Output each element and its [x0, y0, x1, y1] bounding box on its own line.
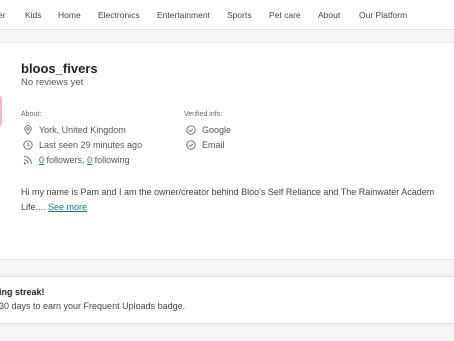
streak-description: 30 days to earn your Frequent Uploads ba… — [0, 301, 186, 311]
rss-icon — [23, 156, 32, 165]
verified-info-label: Verified info: — [184, 111, 223, 118]
profile-bio: Hi my name is Pam and I am the owner/cre… — [21, 185, 434, 215]
profile-username: bloos_fivers — [21, 61, 98, 76]
about-label: About: — [21, 111, 42, 118]
upload-streak-card: ing streak! 30 days to earn your Frequen… — [0, 276, 454, 324]
followers-text: followers, — [46, 155, 85, 165]
following-count-link[interactable]: 0 — [87, 155, 92, 165]
see-more-link[interactable]: See more — [48, 202, 87, 212]
nav-item-sports[interactable]: Sports — [227, 10, 252, 20]
check-circle-icon — [186, 140, 196, 150]
last-seen-text: Last seen 29 minutes ago — [39, 140, 143, 150]
nav-item-kids[interactable]: Kids — [25, 10, 42, 20]
location-text: York, United Kingdom — [39, 125, 126, 135]
nav-item-about[interactable]: About — [318, 10, 340, 20]
clock-icon — [23, 140, 33, 150]
avatar[interactable] — [0, 94, 2, 128]
verified-google-row: Google — [186, 125, 231, 135]
top-navigation: er Kids Home Electronics Entertainment S… — [0, 0, 454, 30]
verified-email-row: Email — [186, 140, 225, 150]
reviews-status: No reviews yet — [21, 77, 84, 88]
streak-title: ing streak! — [0, 287, 45, 297]
followers-count-link[interactable]: 0 — [39, 155, 44, 165]
bio-line-2-text: Life.... — [21, 202, 46, 212]
nav-item-partial[interactable]: er — [0, 10, 6, 20]
nav-item-entertainment[interactable]: Entertainment — [157, 10, 210, 20]
nav-item-electronics[interactable]: Electronics — [98, 10, 140, 20]
nav-item-pet-care[interactable]: Pet care — [269, 10, 301, 20]
last-seen-row: Last seen 29 minutes ago — [23, 140, 142, 150]
followers-row: 0 followers, 0 following — [23, 155, 130, 165]
following-text: following — [94, 155, 130, 165]
verified-google-text: Google — [202, 125, 232, 135]
location-row: York, United Kingdom — [23, 125, 126, 135]
check-circle-icon — [186, 125, 196, 135]
bio-line-1: Hi my name is Pam and I am the owner/cre… — [21, 187, 435, 197]
location-pin-icon — [24, 125, 32, 135]
verified-email-text: Email — [202, 140, 225, 150]
nav-item-our-platform[interactable]: Our Platform — [359, 10, 407, 20]
nav-item-home[interactable]: Home — [58, 10, 81, 20]
bio-line-2: Life.... See more — [21, 200, 434, 215]
